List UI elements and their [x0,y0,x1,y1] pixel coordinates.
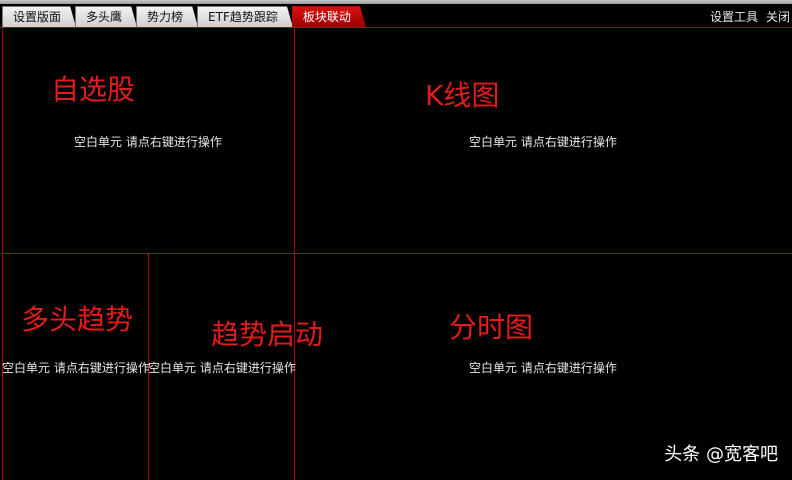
close-button[interactable]: 关闭 [766,8,790,25]
empty-cell-placeholder: 空白单元 请点右键进行操作 [148,361,296,375]
tab-bar: 设置版面 多头鹰 势力榜 ETF趋势跟踪 板块联动 设置工具 关闭 [0,0,792,28]
setup-tools-button[interactable]: 设置工具 [710,8,758,25]
empty-cell-placeholder: 空白单元 请点右键进行操作 [74,135,222,149]
watermark: 头条 @宽客吧 [664,444,778,465]
tab-sector-linkage[interactable]: 板块联动 [292,6,366,27]
watchlist-label: 自选股 [51,73,136,106]
empty-cell-placeholder: 空白单元 请点右键进行操作 [469,361,617,375]
empty-cell-placeholder: 空白单元 请点右键进行操作 [2,361,150,375]
tab-power-ranking[interactable]: 势力榜 [136,6,198,27]
pane-kline[interactable]: K线图 空白单元 请点右键进行操作 [295,28,792,253]
pane-trend-start[interactable]: 空白单元 请点右键进行操作 [148,254,296,480]
intraday-label: 分时图 [449,311,534,344]
tab-etf-trend[interactable]: ETF趋势跟踪 [197,6,293,27]
layout-tabs: 设置版面 多头鹰 势力榜 ETF趋势跟踪 板块联动 [2,6,365,27]
bull-trend-label: 多头趋势 [21,303,134,336]
tab-bull-eagle[interactable]: 多头鹰 [75,6,137,27]
tab-layout-settings[interactable]: 设置版面 [2,6,76,27]
window-top-strip [0,0,792,4]
empty-cell-placeholder: 空白单元 请点右键进行操作 [469,135,617,149]
pane-watchlist[interactable]: 自选股 空白单元 请点右键进行操作 [3,28,294,253]
pane-bull-trend[interactable]: 多头趋势 空白单元 请点右键进行操作 [2,254,150,480]
kline-label: K线图 [425,79,500,112]
toolbar-right: 设置工具 关闭 [710,8,790,25]
